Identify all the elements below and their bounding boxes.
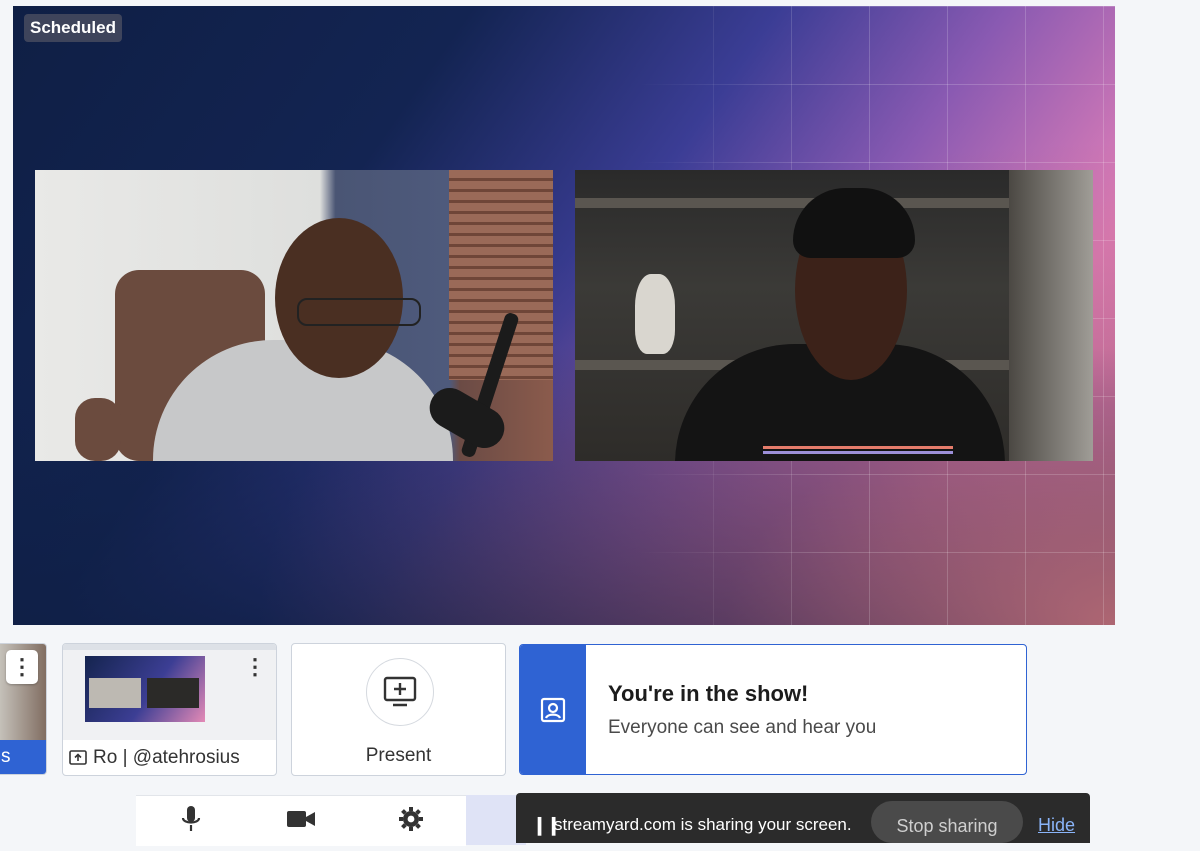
shirt-stripe bbox=[763, 451, 953, 454]
screen-share-tile[interactable]: ⋮ Ro | @atehrosius bbox=[62, 643, 277, 776]
notification-accent bbox=[520, 645, 586, 774]
gear-icon[interactable] bbox=[396, 804, 426, 834]
camera-icon[interactable] bbox=[286, 804, 316, 834]
notification-subtitle: Everyone can see and hear you bbox=[608, 717, 877, 738]
participant-tile[interactable]: ⋮ s bbox=[0, 643, 47, 775]
share-message: streamyard.com is sharing your screen. bbox=[554, 815, 852, 834]
hide-link[interactable]: Hide bbox=[1038, 815, 1075, 836]
chair-arm bbox=[75, 398, 121, 461]
microphone-icon[interactable] bbox=[176, 804, 206, 834]
camera-feed-guest[interactable] bbox=[575, 170, 1093, 461]
screen-share-bar: ❙❙ streamyard.com is sharing your screen… bbox=[516, 793, 1090, 843]
broadcast-stage: Scheduled bbox=[13, 6, 1115, 625]
control-bar bbox=[136, 795, 466, 846]
camera-feed-host[interactable] bbox=[35, 170, 553, 461]
shirt-stripe bbox=[763, 446, 953, 449]
screen-share-caption: Ro | @atehrosius bbox=[69, 747, 240, 769]
screen-share-label: Ro | @atehrosius bbox=[93, 747, 240, 768]
present-tile[interactable]: Present bbox=[291, 643, 506, 776]
thumbnail-stage bbox=[85, 656, 205, 722]
host-glasses bbox=[297, 298, 421, 326]
screen-share-icon bbox=[69, 750, 87, 765]
vase bbox=[635, 274, 675, 354]
notification-title: You're in the show! bbox=[608, 681, 809, 706]
status-badge: Scheduled bbox=[24, 14, 122, 42]
thumbnail-camera bbox=[147, 678, 199, 708]
present-label: Present bbox=[365, 745, 432, 766]
in-show-notification: You're in the show! Everyone can see and… bbox=[519, 644, 1027, 775]
more-options-icon[interactable]: ⋮ bbox=[239, 650, 271, 684]
stop-sharing-button[interactable]: Stop sharing bbox=[871, 801, 1023, 843]
window-light bbox=[1009, 170, 1093, 461]
portrait-icon bbox=[540, 697, 566, 722]
more-options-icon[interactable]: ⋮ bbox=[6, 650, 38, 684]
participant-label: s bbox=[0, 740, 46, 774]
present-screen-icon bbox=[383, 676, 417, 707]
thumbnail-camera bbox=[89, 678, 141, 708]
present-button[interactable] bbox=[366, 658, 434, 726]
